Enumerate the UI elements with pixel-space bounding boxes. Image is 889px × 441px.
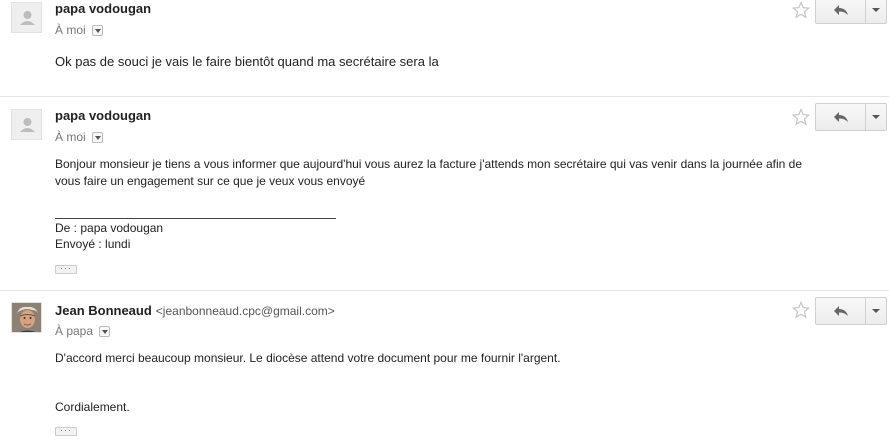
star-icon[interactable]: [792, 108, 810, 126]
reply-button-group: [815, 0, 887, 24]
more-actions-button[interactable]: [866, 104, 886, 130]
details-dropdown-toggle[interactable]: [91, 24, 103, 36]
quoted-from: De : papa vodougan: [55, 221, 164, 235]
recipient-label: À moi: [55, 130, 86, 144]
message-1: papa vodougan À moi Ok pas de souci je v…: [0, 0, 889, 96]
more-actions-button[interactable]: [866, 0, 886, 23]
sender-name[interactable]: papa vodougan: [55, 1, 151, 16]
reply-arrow-icon: [833, 306, 848, 316]
more-actions-button[interactable]: [866, 298, 886, 324]
profile-photo: [11, 302, 42, 333]
sender-name-text: papa vodougan: [55, 1, 152, 16]
message-body-line-1: Bonjour monsieur je tiens a vous informe…: [55, 157, 802, 171]
reply-arrow-icon: [833, 112, 848, 122]
reply-arrow-icon: [833, 5, 848, 15]
sender-name-text: Jean Bonneaud: [55, 303, 152, 318]
recipient-label: À moi: [55, 23, 86, 37]
reply-button-group: [815, 297, 887, 325]
reply-button[interactable]: [816, 0, 867, 23]
reply-button[interactable]: [816, 298, 867, 324]
recipient-line: À moi: [55, 23, 103, 37]
recipient-line: À papa: [55, 324, 111, 338]
sender-name[interactable]: Jean Bonneaud <jeanbonneaud.cpc@gmail.com…: [55, 303, 335, 318]
chevron-down-icon: [872, 309, 881, 313]
recipient-label: À papa: [55, 324, 94, 338]
sender-name[interactable]: papa vodougan: [55, 108, 151, 123]
reply-button-group: [815, 103, 887, 131]
details-dropdown-toggle[interactable]: [99, 325, 111, 337]
quote-separator: [55, 218, 336, 219]
chevron-down-icon: [872, 115, 881, 119]
message-3: Jean Bonneaud <jeanbonneaud.cpc@gmail.com…: [0, 291, 889, 441]
recipient-line: À moi: [55, 130, 103, 144]
reply-button[interactable]: [816, 104, 867, 130]
star-icon[interactable]: [792, 1, 810, 19]
star-icon[interactable]: [792, 301, 810, 319]
message-body: Ok pas de souci je vais le faire bientôt…: [55, 54, 439, 69]
sender-name-text: papa vodougan: [55, 108, 152, 123]
default-avatar-icon: [11, 109, 42, 140]
chevron-down-icon: [872, 8, 881, 12]
details-dropdown-toggle[interactable]: [91, 131, 103, 143]
show-trimmed-content-button[interactable]: ···: [55, 426, 77, 436]
message-body-line-2: vous faire un engagement sur ce que je v…: [55, 174, 366, 188]
message-body: D'accord merci beaucoup monsieur. Le dio…: [55, 351, 561, 365]
sender-email: <jeanbonneaud.cpc@gmail.com>: [155, 304, 335, 318]
default-avatar-icon: [11, 2, 42, 33]
message-2: papa vodougan À moi Bonjour monsieur je …: [0, 97, 889, 290]
quoted-sent: Envoyé : lundi: [55, 237, 131, 251]
show-trimmed-content-button[interactable]: ···: [55, 264, 77, 274]
message-closing: Cordialement.: [55, 400, 130, 414]
